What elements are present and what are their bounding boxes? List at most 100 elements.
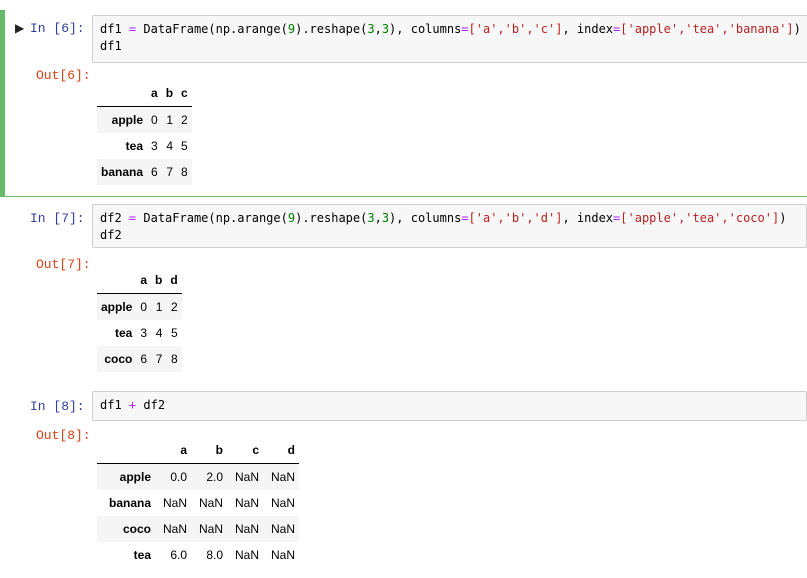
table-cell: 2 (181, 113, 188, 127)
notebook-cell-6[interactable]: ▶ In [6]: df1 = DataFrame(np.arange(9).r… (0, 10, 807, 197)
table-cell: 0 (140, 300, 148, 314)
table-cell: NaN (270, 522, 295, 536)
index-header (97, 267, 137, 294)
table-cell: 3 (151, 139, 158, 153)
column-header: c (177, 80, 192, 107)
table-header-row: a b c d (97, 437, 299, 464)
table-header-row: a b d (97, 267, 182, 294)
table-row: coco 6 7 8 (97, 346, 182, 372)
table-cell: 0 (151, 113, 158, 127)
code-token: df2 (100, 211, 129, 225)
table-cell: 8.0 (206, 548, 223, 562)
table-cell: 0.0 (170, 470, 187, 484)
column-header: a (155, 437, 191, 464)
code-token: ).reshape( (295, 211, 368, 225)
table-cell: NaN (234, 522, 259, 536)
code-token: ), columns (389, 22, 462, 36)
table-row: banana NaN NaN NaN NaN (97, 490, 299, 516)
table-cell: 4 (166, 139, 174, 153)
code-input[interactable]: df2 = DataFrame(np.arange(9).reshape(3,3… (92, 204, 807, 248)
table-cell: 1 (155, 300, 163, 314)
table-cell: NaN (270, 496, 295, 510)
code-token: 9 (287, 211, 296, 225)
table-row: banana 6 7 8 (97, 159, 192, 185)
out-prompt: Out[7]: (36, 257, 91, 272)
dataframe-output: a b c apple 0 1 2 tea 3 4 5 banana 6 7 8 (97, 80, 192, 185)
column-header: b (191, 437, 227, 464)
table-cell: 6.0 (170, 548, 187, 562)
table-cell: 8 (181, 165, 188, 179)
dataframe-output: a b c d apple 0.0 2.0 NaN NaN banana NaN… (97, 437, 299, 568)
code-token: df2 (136, 398, 166, 412)
table-cell: NaN (270, 470, 295, 484)
code-input[interactable]: df1 = DataFrame(np.arange(9).reshape(3,3… (92, 15, 807, 63)
table-row: coco NaN NaN NaN NaN (97, 516, 299, 542)
code-token: ['a','b','c'] (468, 22, 563, 36)
table-row: apple 0 1 2 (97, 293, 182, 320)
column-header: d (166, 267, 182, 294)
table-cell: NaN (234, 548, 259, 562)
table-cell: NaN (162, 496, 187, 510)
code-token: df1 (100, 22, 129, 36)
notebook-cell-8[interactable]: In [8]: df1 + df2 Out[8]: a b c d apple … (0, 388, 807, 578)
in-prompt: In [8]: (30, 399, 85, 414)
code-token: 3 (381, 211, 390, 225)
dataframe-output: a b d apple 0 1 2 tea 3 4 5 coco 6 7 8 (97, 267, 182, 372)
column-header: b (151, 267, 167, 294)
table-cell: NaN (198, 496, 223, 510)
table-cell: NaN (198, 522, 223, 536)
in-prompt: In [7]: (30, 211, 85, 226)
code-token: , index (562, 22, 614, 36)
table-cell: 1 (166, 113, 174, 127)
code-token: DataFrame(np.arange( (136, 22, 288, 36)
table-row: tea 6.0 8.0 NaN NaN (97, 542, 299, 568)
code-input[interactable]: df1 + df2 (92, 391, 807, 421)
table-cell: 2 (171, 300, 178, 314)
code-token: 3 (381, 22, 390, 36)
table-row: tea 3 4 5 (97, 133, 192, 159)
column-header: a (147, 80, 162, 107)
table-cell: NaN (234, 470, 259, 484)
code-token: ['a','b','d'] (468, 211, 563, 225)
code-token: 3 (367, 22, 375, 36)
code-token: ), columns (389, 211, 462, 225)
row-index: tea (125, 139, 144, 153)
table-cell: 7 (155, 352, 163, 366)
code-token: , (374, 211, 382, 225)
table-row: tea 3 4 5 (97, 320, 182, 346)
row-index: coco (122, 522, 151, 536)
table-row: apple 0 1 2 (97, 106, 192, 133)
out-prompt: Out[8]: (36, 428, 91, 443)
code-token: = (461, 22, 469, 36)
column-header: c (227, 437, 263, 464)
column-header: b (161, 80, 178, 107)
table-cell: 4 (155, 326, 163, 340)
table-cell: 6 (151, 165, 158, 179)
table-row: apple 0.0 2.0 NaN NaN (97, 463, 299, 490)
code-token: = (461, 211, 469, 225)
table-cell: 2.0 (206, 470, 223, 484)
row-index: tea (115, 326, 133, 340)
code-token: ['apple','tea','banana'] (620, 22, 794, 36)
row-index: tea (133, 548, 151, 562)
table-header-row: a b c (97, 80, 192, 107)
code-token: 9 (287, 22, 296, 36)
code-token: DataFrame(np.arange( (136, 211, 288, 225)
in-prompt: In [6]: (30, 21, 85, 36)
code-token: df1 (100, 39, 122, 53)
index-header (97, 80, 148, 107)
code-token: ).reshape( (295, 22, 368, 36)
row-index: apple (101, 300, 133, 314)
row-index: banana (101, 165, 144, 179)
out-prompt: Out[6]: (36, 68, 91, 83)
row-index: banana (108, 496, 151, 510)
row-index: apple (119, 470, 151, 484)
code-token: ['apple','tea','coco'] (620, 211, 780, 225)
row-index: apple (111, 113, 144, 127)
code-token: ) (779, 211, 787, 225)
run-cell-icon[interactable]: ▶ (15, 21, 24, 35)
notebook-cell-7[interactable]: In [7]: df2 = DataFrame(np.arange(9).res… (0, 200, 807, 378)
table-cell: 5 (171, 326, 178, 340)
table-cell: NaN (162, 522, 187, 536)
code-token: , (374, 22, 382, 36)
